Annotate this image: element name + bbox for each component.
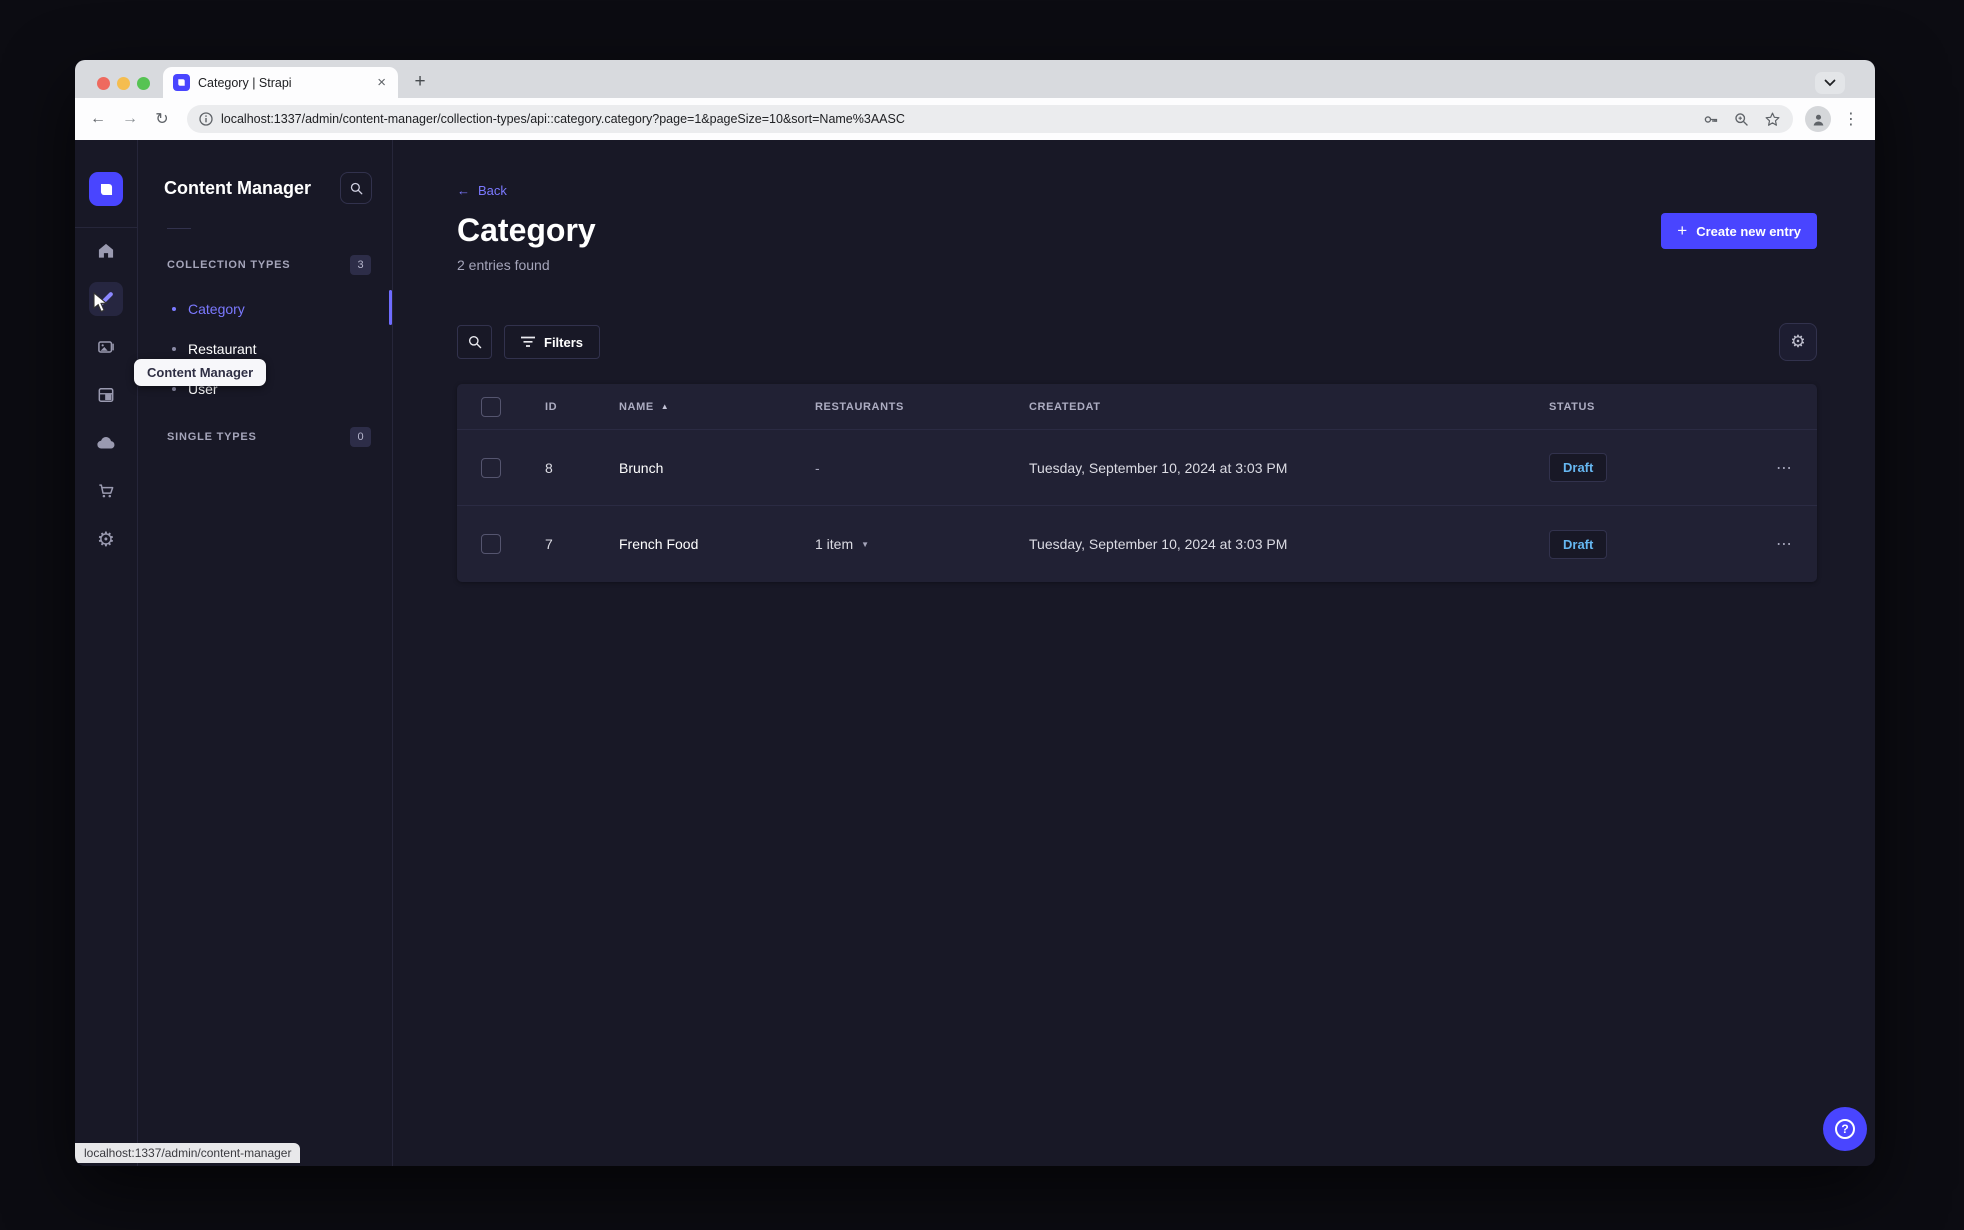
forward-nav-icon[interactable]: → xyxy=(117,106,143,132)
subnav-item-category[interactable]: Category xyxy=(138,289,392,329)
row-checkbox[interactable] xyxy=(481,457,501,478)
password-key-icon[interactable] xyxy=(1702,111,1719,128)
table-row[interactable]: 7 French Food 1 item ▼ Tuesday, Septembe… xyxy=(457,506,1817,582)
cell-status: Draft xyxy=(1549,529,1737,559)
collection-types-label: COLLECTION TYPES xyxy=(167,259,291,271)
cell-status: Draft xyxy=(1549,453,1737,482)
column-header-status[interactable]: STATUS xyxy=(1549,401,1737,413)
collection-types-count: 3 xyxy=(350,255,371,275)
filters-button[interactable]: Filters xyxy=(504,325,601,359)
subnav-divider xyxy=(167,228,191,229)
column-header-id[interactable]: ID xyxy=(545,401,619,413)
entries-table: ID NAME ▲ RESTAURANTS CREATEDAT STATUS 8 … xyxy=(457,384,1817,582)
minimize-window-button[interactable] xyxy=(117,77,130,90)
cell-id: 8 xyxy=(545,459,553,476)
search-icon xyxy=(350,182,362,194)
sort-asc-icon: ▲ xyxy=(660,402,670,411)
row-checkbox[interactable] xyxy=(481,534,501,554)
browser-profile-avatar[interactable] xyxy=(1805,106,1831,132)
tab-strip-chevron-icon[interactable] xyxy=(1815,72,1845,94)
browser-toolbar: ← → ↻ localhost:1337/admin/content-manag… xyxy=(75,98,1875,140)
single-types-count: 0 xyxy=(350,427,371,447)
reload-icon[interactable]: ↻ xyxy=(149,106,175,132)
chevron-down-icon: ▼ xyxy=(861,539,870,549)
column-header-name[interactable]: NAME ▲ xyxy=(619,401,815,413)
tab-title: Category | Strapi xyxy=(198,75,292,90)
bullet-icon xyxy=(172,347,176,351)
strapi-favicon xyxy=(173,74,190,91)
browser-window: Category | Strapi × + ← → ↻ localhost:13… xyxy=(75,60,1875,1166)
home-icon[interactable] xyxy=(89,234,123,268)
tab-close-icon[interactable]: × xyxy=(375,74,388,91)
cell-restaurants: - xyxy=(815,459,820,476)
cloud-icon[interactable] xyxy=(89,426,123,460)
cell-createdat: Tuesday, September 10, 2024 at 3:03 PM xyxy=(1029,459,1288,476)
cell-id: 7 xyxy=(545,536,553,552)
page-title: Category xyxy=(457,212,596,248)
bullet-icon xyxy=(172,307,176,311)
view-settings-gear-icon[interactable]: ⚙ xyxy=(1779,323,1817,361)
address-bar[interactable]: localhost:1337/admin/content-manager/col… xyxy=(187,105,1793,133)
back-link[interactable]: ← Back xyxy=(457,183,1817,198)
status-badge: Draft xyxy=(1549,453,1608,482)
cell-createdat: Tuesday, September 10, 2024 at 3:03 PM xyxy=(1029,536,1288,552)
cell-name: French Food xyxy=(619,536,699,552)
column-header-restaurants[interactable]: RESTAURANTS xyxy=(815,401,1029,413)
url-text[interactable]: localhost:1337/admin/content-manager/col… xyxy=(221,112,1694,126)
back-arrow-icon: ← xyxy=(457,183,470,198)
media-library-icon[interactable] xyxy=(89,330,123,364)
strapi-logo[interactable] xyxy=(89,172,123,206)
table-search-button[interactable] xyxy=(457,325,492,359)
filter-icon xyxy=(521,336,535,347)
window-controls xyxy=(97,77,150,90)
bullet-icon xyxy=(172,387,176,391)
select-all-checkbox[interactable] xyxy=(481,396,501,417)
table-header-row: ID NAME ▲ RESTAURANTS CREATEDAT STATUS xyxy=(457,384,1817,430)
sidebar-divider xyxy=(75,227,138,228)
zoom-window-button[interactable] xyxy=(137,77,150,90)
marketplace-cart-icon[interactable] xyxy=(89,474,123,508)
content-type-builder-icon[interactable] xyxy=(89,378,123,412)
cell-restaurants[interactable]: 1 item ▼ xyxy=(815,536,1029,552)
browser-menu-icon[interactable]: ⋮ xyxy=(1837,109,1865,129)
create-new-entry-button[interactable]: + Create new entry xyxy=(1661,213,1817,249)
strapi-app: ⚙ KD Content Manager COLLECTION TYPES 3 … xyxy=(75,140,1875,1166)
entries-count: 2 entries found xyxy=(457,257,550,273)
browser-tab[interactable]: Category | Strapi × xyxy=(163,67,398,98)
content-manager-subnav: Content Manager COLLECTION TYPES 3 Categ… xyxy=(138,140,393,1166)
list-toolbar: Filters ⚙ xyxy=(457,323,1817,361)
question-mark-icon: ? xyxy=(1835,1119,1855,1139)
close-window-button[interactable] xyxy=(97,77,110,90)
single-types-label: SINGLE TYPES xyxy=(167,431,257,443)
back-nav-icon[interactable]: ← xyxy=(85,106,111,132)
search-icon xyxy=(468,335,481,349)
subnav-title: Content Manager xyxy=(164,177,312,198)
active-item-indicator xyxy=(389,290,392,325)
main-content: ← Back Category 2 entries found + Create… xyxy=(393,140,1875,1166)
table-row[interactable]: 8 Brunch - Tuesday, September 10, 2024 a… xyxy=(457,430,1817,506)
content-manager-tooltip: Content Manager xyxy=(134,359,267,386)
zoom-search-icon[interactable] xyxy=(1733,111,1750,128)
status-badge: Draft xyxy=(1549,529,1608,559)
help-button[interactable]: ? xyxy=(1823,1107,1867,1151)
column-header-createdat[interactable]: CREATEDAT xyxy=(1029,401,1549,413)
row-actions-menu-icon[interactable]: ⋯ xyxy=(1737,458,1793,478)
site-info-icon[interactable] xyxy=(199,112,213,126)
main-nav-sidebar: ⚙ KD xyxy=(75,140,138,1166)
settings-gear-icon[interactable]: ⚙ xyxy=(89,522,123,556)
row-actions-menu-icon[interactable]: ⋯ xyxy=(1737,534,1793,554)
plus-icon: + xyxy=(1677,221,1688,240)
new-tab-button[interactable]: + xyxy=(407,69,433,95)
link-status-bar: localhost:1337/admin/content-manager xyxy=(75,1143,301,1163)
cell-name: Brunch xyxy=(619,459,664,476)
subnav-search-button[interactable] xyxy=(340,172,372,204)
bookmark-star-icon[interactable] xyxy=(1764,111,1781,128)
content-manager-icon[interactable] xyxy=(89,282,123,316)
tab-strip: Category | Strapi × + xyxy=(75,60,1875,98)
